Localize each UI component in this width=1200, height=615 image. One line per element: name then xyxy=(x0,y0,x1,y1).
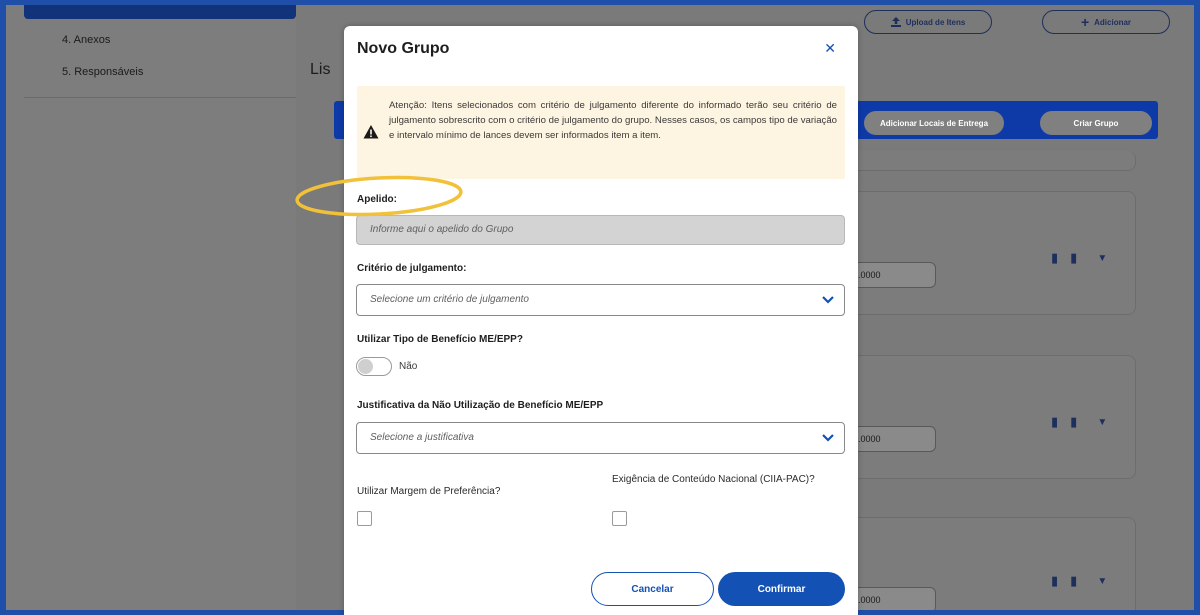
warning-icon xyxy=(363,125,379,139)
modal-title: Novo Grupo xyxy=(357,40,450,57)
toggle-knob xyxy=(358,359,373,374)
upload-items-label: Upload de Itens xyxy=(905,17,966,27)
nickname-label: Apelido: xyxy=(357,194,397,205)
sidebar: 4. Anexos 5. Responsáveis xyxy=(6,5,296,610)
add-button[interactable]: + Adicionar xyxy=(1042,10,1170,34)
alert-text: Atenção: Itens selecionados com critério… xyxy=(389,100,837,141)
new-group-modal: Novo Grupo ✕ Atenção: Itens selecionados… xyxy=(344,26,858,615)
margin-label: Utilizar Margem de Preferência? xyxy=(357,486,501,497)
margin-checkbox[interactable] xyxy=(357,511,372,526)
item-actions: ▮ ▮ ▼ xyxy=(1051,573,1107,589)
cancel-button[interactable]: Cancelar xyxy=(591,572,714,606)
upload-items-button[interactable]: Upload de Itens xyxy=(864,10,992,34)
clipboard-icon[interactable]: ▮ xyxy=(1051,250,1058,266)
add-label: Adicionar xyxy=(1094,17,1132,27)
list-title: Lis xyxy=(310,61,331,78)
confirm-button[interactable]: Confirmar xyxy=(718,572,845,606)
chevron-down-icon[interactable]: ▼ xyxy=(1097,253,1107,264)
sidebar-item-anexos[interactable]: 4. Anexos xyxy=(62,34,110,46)
criteria-label: Critério de julgamento: xyxy=(357,263,467,274)
warning-alert: Atenção: Itens selecionados com critério… xyxy=(357,86,845,179)
create-group-button[interactable]: Criar Grupo xyxy=(1040,111,1152,135)
national-content-checkbox[interactable] xyxy=(612,511,627,526)
justification-placeholder: Selecione a justificativa xyxy=(370,432,474,443)
sidebar-divider xyxy=(24,97,296,98)
benefit-toggle[interactable] xyxy=(356,357,392,376)
criteria-select[interactable]: Selecione um critério de julgamento xyxy=(356,284,845,316)
national-content-label: Exigência de Conteúdo Nacional (CIIA-PAC… xyxy=(612,474,815,485)
trash-icon[interactable]: ▮ xyxy=(1070,573,1077,589)
trash-icon[interactable]: ▮ xyxy=(1070,250,1077,266)
add-delivery-locations-button[interactable]: Adicionar Locais de Entrega xyxy=(864,111,1004,135)
plus-icon: + xyxy=(1080,14,1090,30)
criteria-placeholder: Selecione um critério de julgamento xyxy=(370,294,529,305)
chevron-down-icon[interactable]: ▼ xyxy=(1097,417,1107,428)
close-icon[interactable]: ✕ xyxy=(824,40,836,57)
trash-icon[interactable]: ▮ xyxy=(1070,414,1077,430)
item-actions: ▮ ▮ ▼ xyxy=(1051,250,1107,266)
chevron-down-icon[interactable]: ▼ xyxy=(1097,576,1107,587)
benefit-toggle-text: Não xyxy=(399,361,418,372)
clipboard-icon[interactable]: ▮ xyxy=(1051,573,1058,589)
item-actions: ▮ ▮ ▼ xyxy=(1051,414,1107,430)
benefit-label: Utilizar Tipo de Benefício ME/EPP? xyxy=(357,334,523,345)
clipboard-icon[interactable]: ▮ xyxy=(1051,414,1058,430)
upload-icon xyxy=(890,17,901,27)
chevron-down-icon xyxy=(822,434,834,442)
justification-select[interactable]: Selecione a justificativa xyxy=(356,422,845,454)
nickname-input[interactable]: Informe aqui o apelido do Grupo xyxy=(356,215,845,245)
chevron-down-icon xyxy=(822,296,834,304)
sidebar-active-item[interactable] xyxy=(24,5,296,19)
justification-label: Justificativa da Não Utilização de Benef… xyxy=(357,400,604,411)
sidebar-item-responsaveis[interactable]: 5. Responsáveis xyxy=(62,66,143,78)
